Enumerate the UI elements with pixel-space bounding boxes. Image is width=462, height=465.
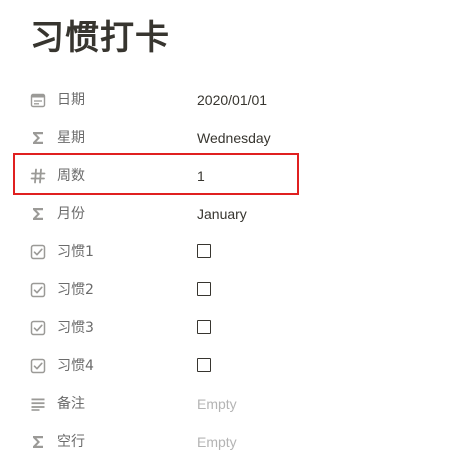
checkbox-property-icon — [30, 282, 46, 298]
property-name: 备注 — [57, 396, 85, 412]
highlight-box — [13, 153, 299, 195]
property-name: 月份 — [57, 206, 85, 222]
calendar-icon — [30, 92, 46, 108]
habit-2-checkbox[interactable] — [197, 282, 211, 296]
formula-sigma-icon — [30, 130, 46, 146]
property-value-weekday: Wednesday — [197, 130, 271, 146]
property-name: 习惯2 — [57, 282, 94, 298]
property-row-date[interactable]: 日期 2020/01/01 — [0, 81, 462, 119]
checkbox-property-icon — [30, 358, 46, 374]
habit-4-checkbox[interactable] — [197, 358, 211, 372]
property-name: 空行 — [57, 434, 85, 450]
property-row-weekday[interactable]: 星期 Wednesday — [0, 119, 462, 157]
property-row-habit-1[interactable]: 习惯1 — [0, 233, 462, 271]
habit-1-checkbox[interactable] — [197, 244, 211, 258]
checkbox-property-icon — [30, 244, 46, 260]
property-row-notes[interactable]: 备注 Empty — [0, 385, 462, 423]
property-row-habit-3[interactable]: 习惯3 — [0, 309, 462, 347]
property-value-month: January — [197, 206, 247, 222]
habit-3-checkbox[interactable] — [197, 320, 211, 334]
property-name: 习惯1 — [57, 244, 94, 260]
formula-sigma-icon — [30, 206, 46, 222]
property-value-date[interactable]: 2020/01/01 — [197, 81, 267, 119]
checkbox-property-icon — [30, 320, 46, 336]
property-row-blank[interactable]: 空行 Empty — [0, 423, 462, 461]
property-name: 星期 — [57, 130, 85, 146]
page-title: 习惯打卡 — [30, 18, 170, 58]
text-lines-icon — [30, 396, 46, 412]
property-row-habit-2[interactable]: 习惯2 — [0, 271, 462, 309]
property-row-month[interactable]: 月份 January — [0, 195, 462, 233]
property-row-habit-4[interactable]: 习惯4 — [0, 347, 462, 385]
property-name: 日期 — [57, 92, 85, 108]
property-name: 习惯3 — [57, 320, 94, 336]
property-value-notes[interactable]: Empty — [197, 385, 237, 423]
property-value-blank: Empty — [197, 434, 237, 450]
formula-sigma-icon — [30, 434, 46, 450]
property-name: 习惯4 — [57, 358, 94, 374]
